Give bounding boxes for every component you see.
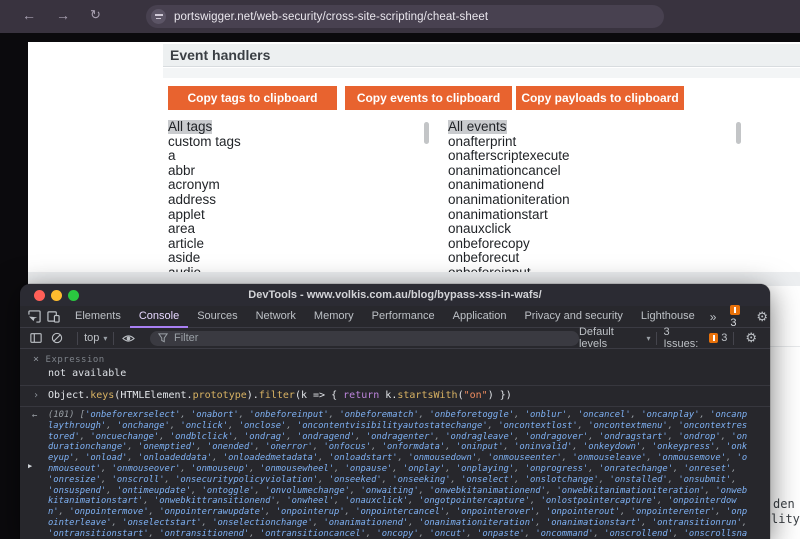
list-item[interactable]: onanimationcancel (448, 163, 742, 179)
tags-listbox[interactable]: All tags custom tags a abbr acronym addr… (168, 120, 430, 272)
console-settings-gear-icon[interactable]: ⚙ (740, 330, 762, 346)
device-toolbar-icon[interactable] (47, 309, 60, 325)
devtools-tabbar: Elements Console Sources Network Memory … (20, 304, 770, 329)
command-code: Object.keys(HTMLElement.prototype).filte… (48, 390, 512, 401)
prompt-chevron-icon: › (33, 390, 40, 401)
context-selector[interactable]: top ▾ (84, 332, 107, 344)
list-item[interactable]: applet (168, 207, 430, 223)
inspect-element-icon[interactable] (28, 309, 41, 325)
list-item[interactable]: aside (168, 251, 430, 266)
browser-address-bar: ← → ↻ portswigger.net/web-security/cross… (0, 0, 800, 33)
top-black-band (0, 33, 800, 42)
url-bar[interactable]: portswigger.net/web-security/cross-site-… (146, 5, 664, 28)
minimize-window-icon[interactable] (51, 290, 62, 301)
back-icon[interactable]: ← (22, 7, 36, 23)
error-icon (730, 304, 741, 315)
more-tabs-icon[interactable]: » (704, 310, 723, 324)
chevron-down-icon: ▾ (646, 333, 651, 343)
background-text-fragment: lityauto (771, 512, 800, 526)
list-item[interactable]: onauxclick (448, 222, 742, 237)
list-item[interactable]: a (168, 149, 430, 164)
errors-badge[interactable]: 3 (730, 304, 743, 329)
issue-icon (708, 333, 719, 343)
issues-counter[interactable]: 3 Issues: 3 (663, 326, 727, 350)
tab-memory[interactable]: Memory (305, 306, 363, 328)
section-header-tail (163, 68, 800, 78)
log-levels-dropdown[interactable]: Default levels ▾ (579, 326, 651, 350)
list-item[interactable]: onanimationend (448, 178, 742, 193)
copy-events-button[interactable]: Copy events to clipboard (345, 86, 512, 110)
devtools-titlebar[interactable]: DevTools - www.volkis.com.au/blog/bypass… (20, 284, 770, 306)
tab-sources[interactable]: Sources (188, 306, 246, 328)
list-item[interactable]: article (168, 236, 430, 252)
list-item[interactable]: abbr (168, 163, 430, 179)
tab-application[interactable]: Application (444, 306, 516, 328)
console-result: ← ▶ (101) ['onbeforexrselect', 'onabort'… (20, 407, 770, 539)
console-command[interactable]: › Object.keys(HTMLElement.prototype).filt… (20, 386, 770, 406)
list-item[interactable]: address (168, 192, 430, 208)
copy-tags-button[interactable]: Copy tags to clipboard (168, 86, 337, 110)
events-listbox[interactable]: All events onafterprint onafterscriptexe… (448, 120, 742, 272)
list-item[interactable]: acronym (168, 178, 430, 193)
list-item[interactable]: custom tags (168, 134, 430, 150)
result-array-preview[interactable]: (101) ['onbeforexrselect', 'onabort', 'o… (48, 410, 748, 539)
page-title: Event handlers (170, 47, 271, 63)
list-item[interactable]: area (168, 222, 430, 237)
background-text-fragment: den (773, 497, 795, 511)
tab-lighthouse[interactable]: Lighthouse (632, 306, 704, 328)
list-item-selected[interactable]: All events (448, 120, 742, 135)
screenshot-root: ← → ↻ portswigger.net/web-security/cross… (0, 0, 800, 539)
funnel-icon (157, 333, 168, 343)
tags-scrollbar-thumb[interactable] (424, 122, 429, 144)
live-expression-value: not available (48, 368, 127, 379)
console-toolbar: top ▾ Filter Default levels ▾ 3 Issues: 3 … (20, 326, 770, 350)
tab-console[interactable]: Console (130, 306, 188, 328)
tab-performance[interactable]: Performance (363, 306, 444, 328)
site-info-icon[interactable] (151, 9, 166, 24)
live-expression-header: × Expression (33, 354, 105, 365)
list-item[interactable]: onbeforecopy (448, 236, 742, 252)
live-expression-eye-icon[interactable] (120, 330, 136, 346)
expand-triangle-icon[interactable]: ▶ (28, 462, 32, 470)
filter-placeholder: Filter (173, 332, 199, 344)
settings-gear-icon[interactable]: ⚙ (751, 309, 770, 325)
devtools-title: DevTools - www.volkis.com.au/blog/bypass… (248, 289, 542, 301)
result-arrow-icon: ← (32, 411, 38, 421)
chevron-down-icon: ▾ (103, 333, 108, 343)
tab-network[interactable]: Network (247, 306, 305, 328)
list-item[interactable]: onanimationstart (448, 207, 742, 223)
list-item[interactable]: onafterscriptexecute (448, 149, 742, 164)
list-item[interactable]: onafterprint (448, 134, 742, 150)
close-window-icon[interactable] (34, 290, 45, 301)
reload-icon[interactable]: ↻ (90, 7, 101, 23)
page-divider-fragment (770, 346, 800, 347)
url-text[interactable]: portswigger.net/web-security/cross-site-… (174, 11, 488, 23)
list-item[interactable]: onbeforecut (448, 251, 742, 266)
forward-icon[interactable]: → (56, 7, 70, 23)
list-item[interactable]: onanimationiteration (448, 192, 742, 208)
close-icon[interactable]: × (33, 354, 40, 365)
devtools-window: DevTools - www.volkis.com.au/blog/bypass… (20, 284, 770, 539)
filter-input[interactable]: Filter (149, 330, 579, 346)
clear-console-icon[interactable] (50, 330, 66, 346)
tab-elements[interactable]: Elements (66, 306, 130, 328)
window-controls (34, 290, 79, 301)
console-messages: × Expression not available › Object.keys(H… (20, 349, 770, 539)
list-item-selected[interactable]: All tags (168, 120, 430, 135)
maximize-window-icon[interactable] (68, 290, 79, 301)
console-sidebar-icon[interactable] (28, 330, 44, 346)
events-scrollbar-thumb[interactable] (736, 122, 741, 144)
copy-payloads-button[interactable]: Copy payloads to clipboard (516, 86, 684, 110)
tab-privacy-and-security[interactable]: Privacy and security (515, 306, 631, 328)
